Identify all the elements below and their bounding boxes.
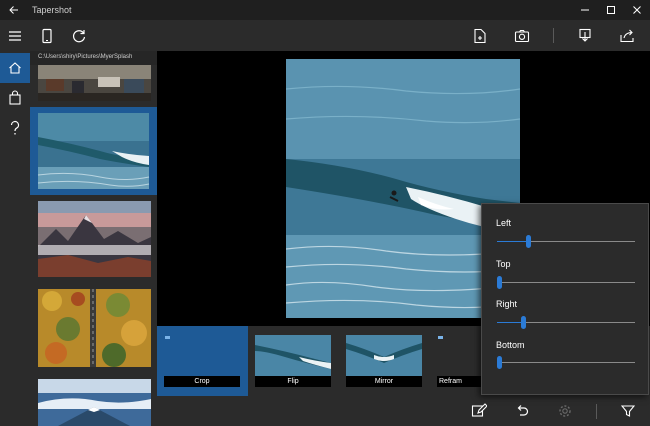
slider-label-right: Right (496, 299, 518, 309)
slider-label-top: Top (496, 259, 511, 269)
snowy-mountain-image (38, 379, 151, 426)
edit-button[interactable] (469, 401, 489, 421)
close-button[interactable] (624, 0, 650, 20)
slider-fill (497, 241, 526, 242)
undo-icon (517, 405, 529, 416)
close-icon (633, 6, 641, 14)
device-button[interactable] (37, 26, 57, 46)
effect-flip[interactable]: Flip (248, 326, 339, 396)
new-file-icon (474, 28, 486, 44)
back-button[interactable] (0, 0, 28, 20)
effect-label: Mirror (346, 376, 422, 387)
title-bar: Tapershot (0, 0, 650, 20)
thumbnail-surf[interactable] (30, 107, 157, 195)
slider-fill (497, 322, 521, 323)
refresh-icon (72, 30, 86, 43)
slider-bottom[interactable] (497, 356, 635, 369)
street-market-image (38, 65, 151, 101)
slider-thumb[interactable] (497, 276, 502, 289)
thumbnail-snowy-mountain[interactable] (38, 379, 151, 426)
effect-crop[interactable]: Crop (157, 326, 248, 396)
mountains-image (38, 201, 151, 277)
left-navigation (0, 51, 30, 426)
bottom-toolbar (157, 396, 650, 426)
settings-icon (559, 405, 571, 417)
thumbnail-gallery[interactable]: C:\Users\shiry\Pictures\MyerSplash (30, 51, 157, 426)
nav-item-store[interactable] (0, 83, 30, 113)
thumbnail-street-market[interactable] (38, 65, 151, 101)
filter-button[interactable] (618, 401, 638, 421)
maximize-button[interactable] (598, 0, 624, 20)
slider-right[interactable] (497, 316, 635, 329)
save-icon (579, 28, 591, 42)
minimize-icon (581, 9, 589, 11)
save-button[interactable] (575, 26, 595, 46)
maximize-icon (607, 6, 615, 14)
hamburger-icon (9, 31, 21, 41)
thumbnail-mountains[interactable] (38, 201, 151, 277)
help-icon (10, 120, 20, 135)
share-button[interactable] (617, 26, 637, 46)
crop-thumbnail-icon (165, 336, 170, 339)
toolbar-divider (553, 28, 554, 43)
share-icon (620, 29, 634, 43)
slider-label-left: Left (496, 218, 512, 228)
shopping-bag-icon (9, 90, 21, 105)
effect-label: Flip (255, 376, 331, 387)
camera-button[interactable] (512, 26, 532, 46)
nav-item-home[interactable] (0, 53, 30, 83)
effect-mirror[interactable]: Mirror (339, 326, 430, 396)
refresh-button[interactable] (69, 26, 89, 46)
menu-button[interactable] (5, 26, 25, 46)
new-file-button[interactable] (470, 26, 490, 46)
undo-button[interactable] (512, 401, 532, 421)
thumbnail-autumn-road[interactable] (38, 289, 151, 367)
slider-thumb[interactable] (521, 316, 526, 329)
settings-button[interactable] (555, 401, 575, 421)
reframe-thumbnail-icon (438, 336, 443, 339)
slider-thumb[interactable] (526, 235, 531, 248)
filter-icon (621, 405, 635, 417)
top-toolbar (0, 20, 650, 51)
bottom-toolbar-divider (596, 404, 597, 419)
edit-icon (471, 403, 487, 417)
slider-top[interactable] (497, 276, 635, 289)
folder-path: C:\Users\shiry\Pictures\MyerSplash (30, 51, 157, 65)
mirror-preview-image (346, 335, 422, 376)
nav-item-help[interactable] (0, 113, 30, 143)
slider-thumb[interactable] (497, 356, 502, 369)
home-icon (9, 62, 21, 74)
minimize-button[interactable] (572, 0, 598, 20)
app-title: Tapershot (32, 5, 72, 15)
surf-image (30, 107, 157, 195)
slider-left[interactable] (497, 235, 635, 248)
effect-label: Crop (164, 376, 240, 387)
phone-icon (42, 28, 52, 44)
slider-label-bottom: Bottom (496, 340, 525, 350)
arrow-left-icon (9, 6, 18, 14)
autumn-road-image (38, 289, 151, 367)
flip-preview-image (255, 335, 331, 376)
crop-sliders-flyout: Left Top Right Bottom (481, 203, 649, 395)
camera-icon (514, 29, 530, 43)
